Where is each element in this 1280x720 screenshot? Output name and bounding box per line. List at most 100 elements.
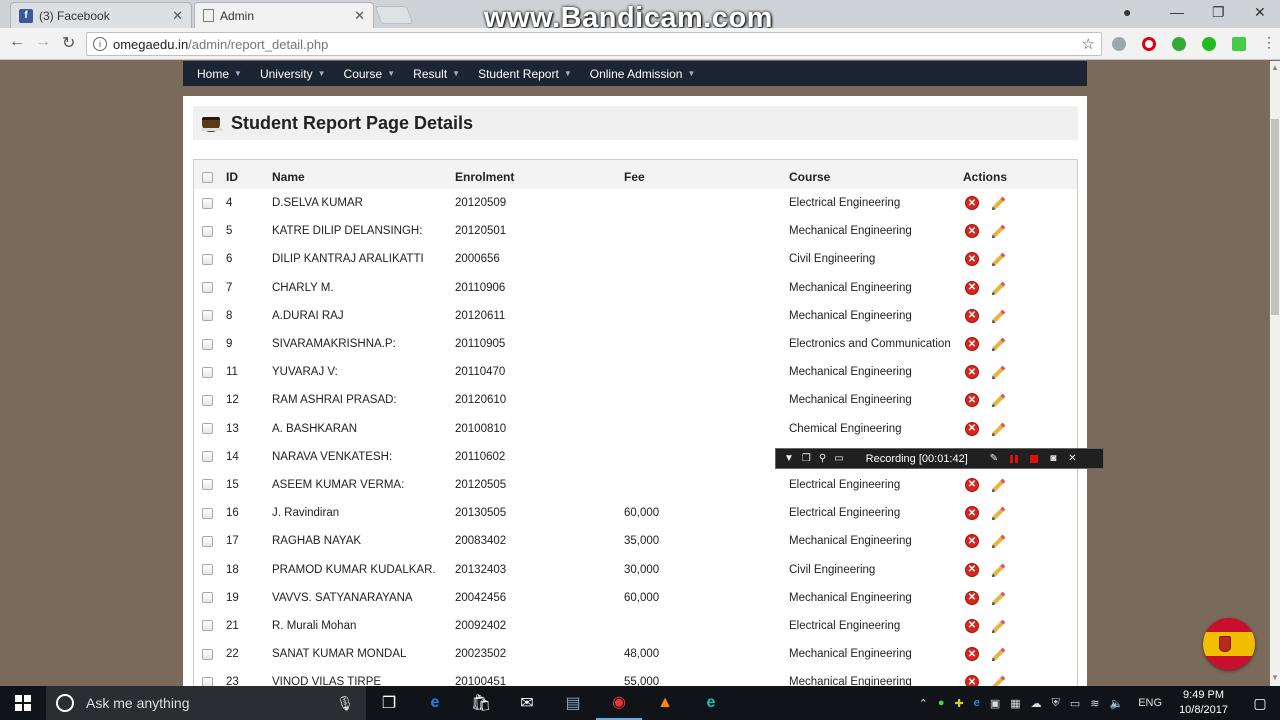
tray-app-icon[interactable]: ● [938, 697, 945, 709]
nav-online-admission[interactable]: Online Admission ▼ [590, 67, 696, 81]
nav-result[interactable]: Result ▼ [413, 67, 460, 81]
new-tab-button[interactable] [374, 6, 414, 24]
dropdown-icon[interactable]: ▼ [784, 453, 794, 464]
delete-icon[interactable]: ✕ [965, 337, 979, 352]
edit-pencil-icon[interactable] [992, 224, 1006, 238]
delete-icon[interactable]: ✕ [965, 421, 979, 436]
close-icon[interactable]: ✕ [172, 8, 183, 24]
profile-icon[interactable]: ● [1123, 4, 1131, 20]
delete-icon[interactable]: ✕ [965, 506, 979, 521]
delete-icon[interactable]: ✕ [965, 224, 979, 239]
row-checkbox[interactable] [202, 648, 213, 660]
edge-icon[interactable]: e [412, 686, 458, 720]
edit-pencil-icon[interactable] [992, 675, 1006, 686]
page-scrollbar[interactable]: ▲ ▼ [1270, 61, 1280, 686]
stop-icon[interactable] [1030, 454, 1039, 463]
extension-colors-icon[interactable] [1232, 37, 1246, 51]
mail-icon[interactable]: ✉ [504, 686, 550, 720]
edit-pencil-icon[interactable] [992, 647, 1006, 661]
row-checkbox[interactable] [202, 366, 213, 378]
opera-icon[interactable] [1142, 37, 1156, 51]
bookmark-star-icon[interactable]: ☆ [1082, 35, 1095, 53]
camera-icon[interactable]: ◙ [1050, 453, 1056, 464]
delete-icon[interactable]: ✕ [965, 252, 979, 267]
delete-icon[interactable]: ✕ [965, 196, 979, 211]
minimize-icon[interactable]: — [1170, 4, 1184, 20]
tray-app-icon[interactable]: e [974, 697, 980, 709]
edit-pencil-icon[interactable] [992, 619, 1006, 633]
vlc-icon[interactable]: ▲ [642, 686, 688, 720]
row-checkbox[interactable] [202, 676, 213, 686]
row-checkbox[interactable] [202, 535, 213, 547]
delete-icon[interactable]: ✕ [965, 280, 979, 295]
edit-pencil-icon[interactable] [992, 365, 1006, 379]
extension-frog-icon[interactable] [1172, 37, 1186, 51]
window-icon[interactable]: ❐ [802, 453, 811, 464]
row-checkbox[interactable] [202, 225, 213, 237]
tray-app-icon[interactable]: ▣ [990, 697, 1000, 710]
row-checkbox[interactable] [202, 564, 213, 575]
tray-app-icon[interactable]: ▦ [1010, 697, 1020, 710]
battery-icon[interactable]: ▭ [1070, 697, 1080, 710]
task-view-icon[interactable]: ❐ [366, 686, 412, 720]
delete-icon[interactable]: ✕ [965, 308, 979, 323]
row-checkbox[interactable] [202, 620, 213, 632]
nav-university[interactable]: University ▼ [260, 67, 326, 81]
row-checkbox[interactable] [202, 451, 213, 463]
delete-icon[interactable]: ✕ [965, 675, 979, 686]
scroll-up-icon[interactable]: ▲ [1271, 63, 1279, 72]
tray-app-icon[interactable]: ✚ [954, 697, 963, 710]
extension-check-icon[interactable] [1202, 37, 1216, 51]
edit-pencil-icon[interactable] [992, 591, 1006, 605]
row-checkbox[interactable] [202, 592, 213, 604]
address-bar[interactable]: i omegaedu.in/admin/report_detail.php ☆ [86, 32, 1102, 56]
defender-icon[interactable]: ⛨ [1052, 697, 1060, 710]
reload-icon[interactable]: ↻ [62, 33, 75, 53]
row-checkbox[interactable] [202, 197, 213, 209]
edit-pencil-icon[interactable] [992, 281, 1006, 295]
chevron-up-icon[interactable]: ⌃ [919, 697, 928, 710]
extension-icon[interactable] [1112, 37, 1126, 51]
onedrive-icon[interactable]: ☁ [1031, 697, 1042, 710]
volume-icon[interactable]: 🔈 [1110, 697, 1124, 710]
select-all-checkbox[interactable] [202, 171, 213, 183]
chrome-icon[interactable]: ◉ [596, 686, 642, 720]
edit-pencil-icon[interactable] [992, 506, 1006, 520]
edit-pencil-icon[interactable] [992, 309, 1006, 323]
delete-icon[interactable]: ✕ [965, 562, 979, 577]
notification-icon[interactable]: ▢ [1240, 695, 1280, 712]
scrollbar-thumb[interactable] [1271, 119, 1279, 315]
language-indicator[interactable]: ENG [1138, 697, 1162, 709]
spain-flag-icon[interactable] [1203, 618, 1255, 670]
scroll-down-icon[interactable]: ▼ [1271, 673, 1279, 682]
row-checkbox[interactable] [202, 423, 213, 435]
store-icon[interactable]: 🛍 [458, 686, 504, 720]
cortana-search-box[interactable]: Ask me anything 🎙 [46, 686, 366, 720]
row-checkbox[interactable] [202, 338, 213, 350]
delete-icon[interactable]: ✕ [965, 534, 979, 549]
edit-pencil-icon[interactable] [992, 422, 1006, 435]
edit-pencil-icon[interactable] [992, 253, 1006, 266]
delete-icon[interactable]: ✕ [965, 590, 979, 605]
nav-student-report[interactable]: Student Report ▼ [478, 67, 572, 81]
restore-icon[interactable]: ❐ [1212, 4, 1225, 21]
info-icon[interactable]: i [93, 37, 107, 51]
tab-facebook[interactable]: f (3) Facebook ✕ [10, 2, 192, 28]
back-icon[interactable]: ← [9, 33, 25, 51]
microphone-icon[interactable]: 🎙 [336, 695, 354, 712]
edit-pencil-icon[interactable] [992, 337, 1006, 351]
start-button[interactable] [0, 686, 46, 720]
edit-pencil-icon[interactable] [992, 563, 1006, 576]
pause-icon[interactable] [1010, 454, 1019, 463]
row-checkbox[interactable] [202, 394, 213, 406]
edit-pencil-icon[interactable] [992, 196, 1006, 210]
window-close-icon[interactable]: ✕ [1254, 4, 1266, 21]
edit-pencil-icon[interactable] [992, 478, 1006, 492]
notepad-icon[interactable]: ▤ [550, 686, 596, 720]
nav-course[interactable]: Course ▼ [344, 67, 396, 81]
nav-home[interactable]: Home ▼ [197, 67, 242, 81]
bandicam-icon[interactable]: e [688, 686, 734, 720]
clock[interactable]: 9:49 PM 10/8/2017 [1179, 688, 1228, 718]
row-checkbox[interactable] [202, 479, 213, 491]
close-icon[interactable]: ✕ [354, 8, 365, 24]
